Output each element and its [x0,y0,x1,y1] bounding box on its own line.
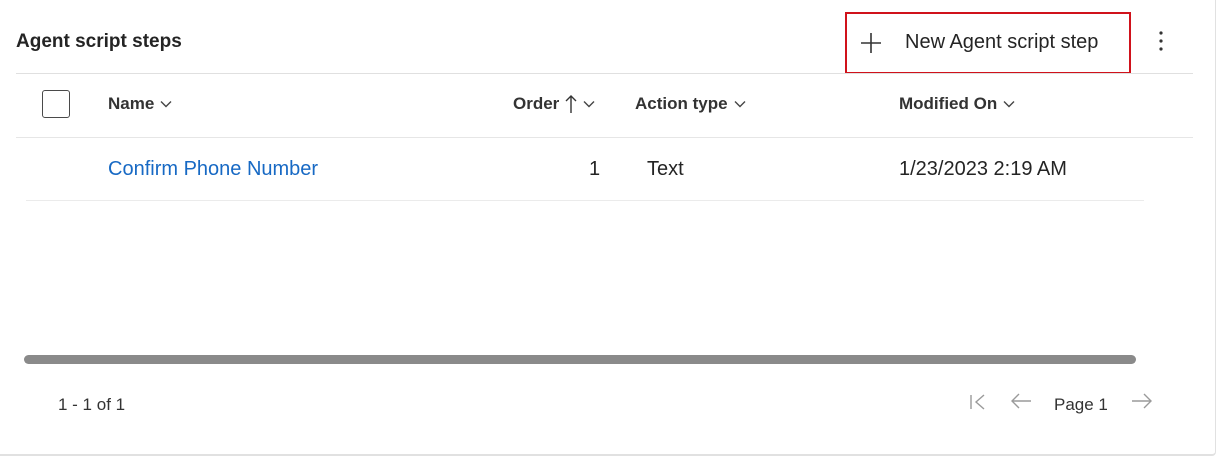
record-count: 1 - 1 of 1 [58,395,126,414]
column-header-label: Action type [635,94,728,113]
column-header-label: Name [108,94,155,113]
chevron-down-icon [1003,101,1015,108]
sort-ascending-arrow-icon [565,95,577,113]
subgrid-title: Agent script steps [16,31,182,52]
new-agent-script-step-button[interactable]: New Agent script step [845,12,1131,74]
horizontal-scrollbar[interactable] [24,355,1136,364]
chevron-down-icon [583,101,595,108]
first-page-icon[interactable] [968,392,988,412]
column-header-label: Order [513,94,560,113]
row-modified-on-cell: 1/23/2023 2:19 AM [899,158,1067,180]
chevron-down-icon [734,101,746,108]
next-page-icon[interactable] [1130,391,1154,411]
column-header-label: Modified On [899,94,998,113]
more-vertical-icon[interactable] [1150,28,1172,54]
column-header-name[interactable]: Name [108,94,172,114]
row-action-type-cell: Text [647,158,684,180]
new-agent-script-step-label: New Agent script step [905,31,1099,53]
select-all-checkbox[interactable] [42,90,70,118]
plus-icon [861,33,881,53]
divider [16,137,1193,138]
page-indicator: Page 1 [1054,395,1108,414]
agent-script-steps-subgrid: Agent script steps New Agent script step… [0,0,1216,456]
row-name-link[interactable]: Confirm Phone Number [108,158,318,181]
previous-page-icon[interactable] [1009,391,1033,411]
row-order-cell: 1 [589,158,601,180]
column-header-modified-on[interactable]: Modified On [899,94,1015,114]
divider [26,200,1144,201]
chevron-down-icon [160,101,172,108]
column-header-order[interactable]: Order [513,94,595,114]
divider [16,73,1193,74]
column-header-action-type[interactable]: Action type [635,94,746,114]
